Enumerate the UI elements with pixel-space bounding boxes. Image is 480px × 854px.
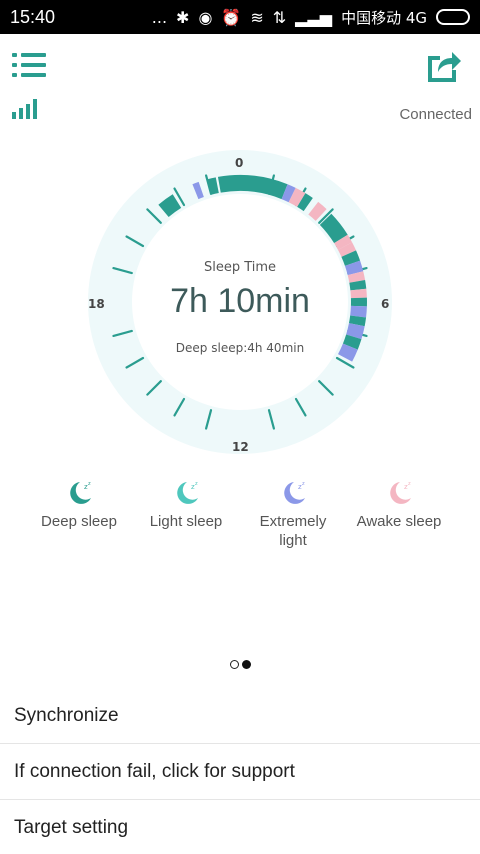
sleep-total: 7h 10min <box>170 282 310 320</box>
dial-center: Sleep Time 7h 10min Deep sleep:4h 40min … <box>88 150 392 454</box>
synchronize-button[interactable]: Synchronize <box>0 688 480 744</box>
page-dot-1[interactable] <box>229 660 239 669</box>
action-list: Synchronize If connection fail, click fo… <box>0 688 480 854</box>
legend-label: Deep sleep <box>41 513 117 530</box>
device-signal-icon <box>12 98 40 120</box>
toggle-icon: ◉ <box>198 7 213 27</box>
legend-light-sleep: z z Light sleep <box>131 478 241 531</box>
connection-support-button[interactable]: If connection fail, click for support <box>0 744 480 800</box>
legend-awake-sleep: z z Awake sleep <box>344 478 454 531</box>
signal-strength-icon: ▂▃▅ <box>295 7 333 27</box>
data-arrows-icon: ⇅ <box>272 7 287 27</box>
svg-text:z: z <box>408 481 411 487</box>
deep-sleep-summary: Deep sleep:4h 40min <box>175 341 305 355</box>
wifi-icon: ≋ <box>250 7 264 27</box>
share-button[interactable] <box>424 48 462 84</box>
carrier-name: 中国移动 4G <box>341 8 427 27</box>
page-indicator <box>0 660 480 669</box>
legend-label: Extremely light <box>259 513 327 549</box>
legend-label: Light sleep <box>149 513 223 530</box>
battery-icon <box>436 9 470 25</box>
status-bar: 15:40 ... ✱ ◉ ⏰ ≋ ⇅ ▂▃▅ 中国移动 4G <box>0 0 480 34</box>
status-icons: ... ✱ ◉ ⏰ ≋ ⇅ ▂▃▅ 中国移动 4G <box>152 7 470 28</box>
menu-button[interactable] <box>12 50 48 80</box>
deep-sleep-moon-icon: z z <box>70 481 91 504</box>
alarm-icon: ⏰ <box>221 7 242 27</box>
sleep-time-label: Sleep Time <box>203 260 277 275</box>
svg-text:z: z <box>195 481 198 487</box>
svg-text:z: z <box>302 481 305 487</box>
extremely-light-moon-icon: z z <box>284 481 305 504</box>
legend-extremely-light: z z Extremely light <box>238 478 348 550</box>
hour-label-6: 6 <box>381 297 390 311</box>
connection-status: Connected <box>399 106 472 123</box>
hour-label-18: 18 <box>88 297 105 311</box>
status-time: 15:40 <box>10 6 56 27</box>
share-icon <box>428 52 461 82</box>
svg-text:z: z <box>88 481 91 487</box>
target-setting-button[interactable]: Target setting <box>0 800 480 854</box>
awake-sleep-moon-icon: z z <box>390 481 411 504</box>
sleep-legend: z z Deep sleep z z Light sleep z z Extre… <box>0 478 480 568</box>
hour-label-0: 0 <box>235 156 244 170</box>
legend-deep-sleep: z z Deep sleep <box>24 478 134 531</box>
page-dot-2[interactable] <box>241 660 251 669</box>
hour-label-12: 12 <box>232 440 249 454</box>
light-sleep-moon-icon: z z <box>177 481 198 504</box>
more-dots: ... <box>151 7 168 27</box>
bluetooth-icon: ✱ <box>176 7 190 27</box>
list-menu-icon <box>12 53 46 77</box>
legend-label: Awake sleep <box>356 513 442 530</box>
